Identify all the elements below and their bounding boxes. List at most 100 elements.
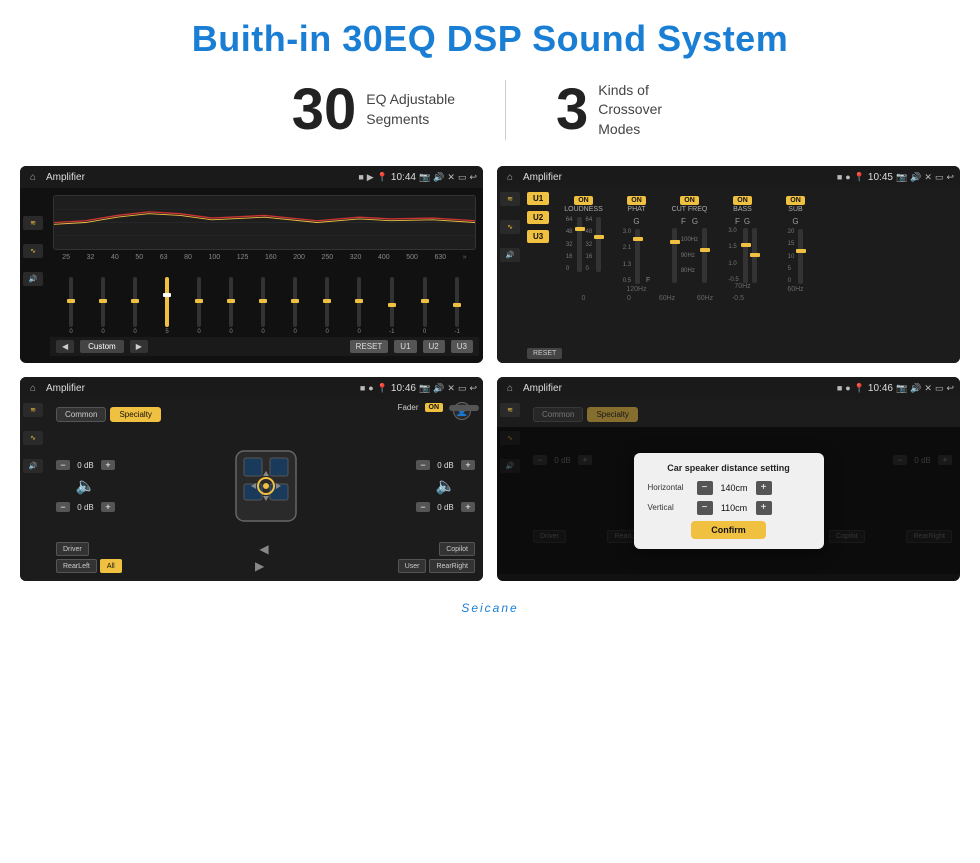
confirm-button[interactable]: Confirm — [691, 521, 766, 539]
rearright-btn[interactable]: RearRight — [429, 559, 475, 573]
eq-slider-3[interactable]: 5 — [165, 277, 169, 335]
eq-u2-button[interactable]: U2 — [423, 340, 445, 353]
speaker-icon-3[interactable]: 🔊 — [23, 459, 43, 473]
home-icon-4[interactable]: ⌂ — [503, 381, 517, 395]
eq-slider-10[interactable]: -1 — [389, 277, 394, 335]
channel-loudness: ON LOUDNESS 644832160 644832160 — [561, 196, 606, 272]
rearleft-btn[interactable]: RearLeft — [56, 559, 97, 573]
horizontal-plus-btn[interactable]: + — [756, 481, 772, 495]
eq-slider-6[interactable]: 0 — [261, 277, 265, 335]
back-icon-4: ↩ — [946, 383, 954, 394]
speaker-icon-2[interactable]: 🔊 — [500, 248, 520, 262]
vertical-plus-btn[interactable]: + — [756, 501, 772, 515]
eq-icon[interactable]: ≋ — [23, 216, 43, 230]
cross-u1-button[interactable]: U1 — [527, 192, 549, 205]
common-tab[interactable]: Common — [56, 407, 106, 422]
save-icon: ■ — [837, 172, 842, 182]
cutfreq-on-badge[interactable]: ON — [680, 196, 699, 205]
vertical-value: 110cm — [717, 503, 752, 513]
eq-slider-11[interactable]: 0 — [423, 277, 427, 335]
fader-on-badge[interactable]: ON — [425, 403, 444, 412]
eq-slider-9[interactable]: 0 — [357, 277, 361, 335]
all-btn[interactable]: All — [100, 559, 122, 573]
eq-icon-2[interactable]: ≋ — [500, 192, 520, 206]
copilot-btn[interactable]: Copilot — [439, 542, 475, 556]
user-btn[interactable]: User — [398, 559, 427, 573]
fader-row: Fader ON — [398, 403, 479, 412]
screen3-content: ≋ ∿ 🔊 👤 Common Specialty Fader ON — [20, 399, 483, 581]
eq-slider-7[interactable]: 0 — [293, 277, 297, 335]
screen1-title: Amplifier — [46, 172, 354, 183]
eq-prev-button[interactable]: ◀ — [56, 340, 74, 353]
home-icon-2[interactable]: ⌂ — [503, 170, 517, 184]
sub-label: SUB — [788, 206, 802, 213]
db-fr-minus[interactable]: − — [416, 460, 430, 470]
screen2-left-icons: ≋ ∿ 🔊 — [500, 192, 520, 262]
speaker-icon[interactable]: 🔊 — [23, 272, 43, 286]
minimize-icon: ▭ — [458, 172, 467, 183]
horizontal-minus-btn[interactable]: − — [697, 481, 713, 495]
eq-slider-4[interactable]: 0 — [197, 277, 201, 335]
stat-block-crossover: 3 Kinds ofCrossover Modes — [506, 81, 738, 140]
db-row-rl: − 0 dB + — [56, 502, 115, 512]
minimize-icon-4: ▭ — [935, 383, 944, 394]
eq-reset-button[interactable]: RESET — [350, 340, 389, 353]
bass-on-badge[interactable]: ON — [733, 196, 752, 205]
close-icon: ✕ — [447, 172, 455, 183]
eq-slider-1[interactable]: 0 — [101, 277, 105, 335]
eq-slider-12[interactable]: -1 — [455, 277, 460, 335]
left-arrow-icon: ◀ — [259, 542, 268, 556]
channel-phat: ON PHAT G 3.02.11.30.5 F 120Hz — [614, 196, 659, 293]
cross-u2-button[interactable]: U2 — [527, 211, 549, 224]
wave-icon-3[interactable]: ∿ — [23, 431, 43, 445]
stat-desc-eq: EQ AdjustableSegments — [366, 90, 455, 129]
vertical-minus-btn[interactable]: − — [697, 501, 713, 515]
location-icon-3: 📍 — [377, 383, 388, 394]
loudness-on-badge[interactable]: ON — [574, 196, 593, 205]
record-icon: ■ — [358, 172, 363, 182]
driver-btn[interactable]: Driver — [56, 542, 89, 556]
phat-on-badge[interactable]: ON — [627, 196, 646, 205]
eq-slider-2[interactable]: 0 — [133, 277, 137, 335]
cross-reset-button[interactable]: RESET — [527, 348, 562, 359]
eq-slider-0[interactable]: 0 — [69, 277, 73, 335]
db-fl-plus[interactable]: + — [101, 460, 115, 470]
close-icon-3: ✕ — [447, 383, 455, 394]
minimize-icon-3: ▭ — [458, 383, 467, 394]
eq-icon-3[interactable]: ≋ — [23, 403, 43, 417]
sub-on-badge[interactable]: ON — [786, 196, 805, 205]
db-rl-plus[interactable]: + — [101, 502, 115, 512]
eq-slider-5[interactable]: 0 — [229, 277, 233, 335]
wave-icon[interactable]: ∿ — [23, 244, 43, 258]
db-fr-plus[interactable]: + — [461, 460, 475, 470]
screen3-title: Amplifier — [46, 383, 356, 394]
db-rl-minus[interactable]: − — [56, 502, 70, 512]
eq-u1-button[interactable]: U1 — [394, 340, 416, 353]
stat-number-eq: 30 — [292, 81, 357, 139]
loudness-sliders: 644832160 644832160 — [566, 217, 601, 272]
vertical-label: Vertical — [648, 503, 693, 512]
db-fl-minus[interactable]: − — [56, 460, 70, 470]
home-icon[interactable]: ⌂ — [26, 170, 40, 184]
db-row-fr: − 0 dB + — [416, 460, 475, 470]
wave-icon-2[interactable]: ∿ — [500, 220, 520, 234]
screen-speaker: ⌂ Amplifier ■ ● 📍 10:46 📷 🔊 ✕ ▭ ↩ ≋ ∿ 🔊 — [20, 377, 483, 581]
dialog-title: Car speaker distance setting — [648, 463, 810, 473]
home-icon-3[interactable]: ⌂ — [26, 381, 40, 395]
eq-graph — [53, 195, 476, 250]
eq-next-button[interactable]: ▶ — [130, 340, 148, 353]
cross-u3-button[interactable]: U3 — [527, 230, 549, 243]
eq-preset-button[interactable]: Custom — [80, 340, 124, 353]
db-rr-minus[interactable]: − — [416, 502, 430, 512]
cross-u-buttons: U1 U2 U3 — [527, 192, 549, 243]
specialty-tab[interactable]: Specialty — [110, 407, 160, 422]
eq-icon-4[interactable]: ≋ — [500, 403, 520, 417]
eq-u3-button[interactable]: U3 — [451, 340, 473, 353]
db-fl-val: 0 dB — [73, 461, 98, 470]
fader-slider[interactable] — [449, 405, 479, 411]
eq-slider-8[interactable]: 0 — [325, 277, 329, 335]
screen4-topbar-icons: ■ ● 📍 10:46 📷 🔊 ✕ ▭ ↩ — [837, 383, 954, 394]
screen3-left-icons: ≋ ∿ 🔊 — [23, 403, 43, 473]
close-icon-2: ✕ — [924, 172, 932, 183]
db-rr-plus[interactable]: + — [461, 502, 475, 512]
